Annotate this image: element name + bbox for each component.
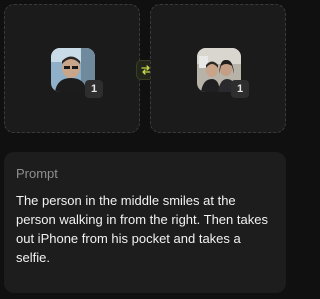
image-count-badge: 1: [85, 80, 103, 98]
prompt-title: Prompt: [16, 166, 58, 181]
target-image-slot[interactable]: 1: [150, 4, 286, 133]
image-prompt-panel: 1 1 Prompt The person in the middle smil…: [0, 0, 290, 299]
prompt-card[interactable]: Prompt The person in the middle smiles a…: [4, 152, 286, 293]
image-count-badge: 1: [231, 80, 249, 98]
prompt-text[interactable]: The person in the middle smiles at the p…: [16, 191, 274, 267]
source-image-slot[interactable]: 1: [4, 4, 140, 133]
